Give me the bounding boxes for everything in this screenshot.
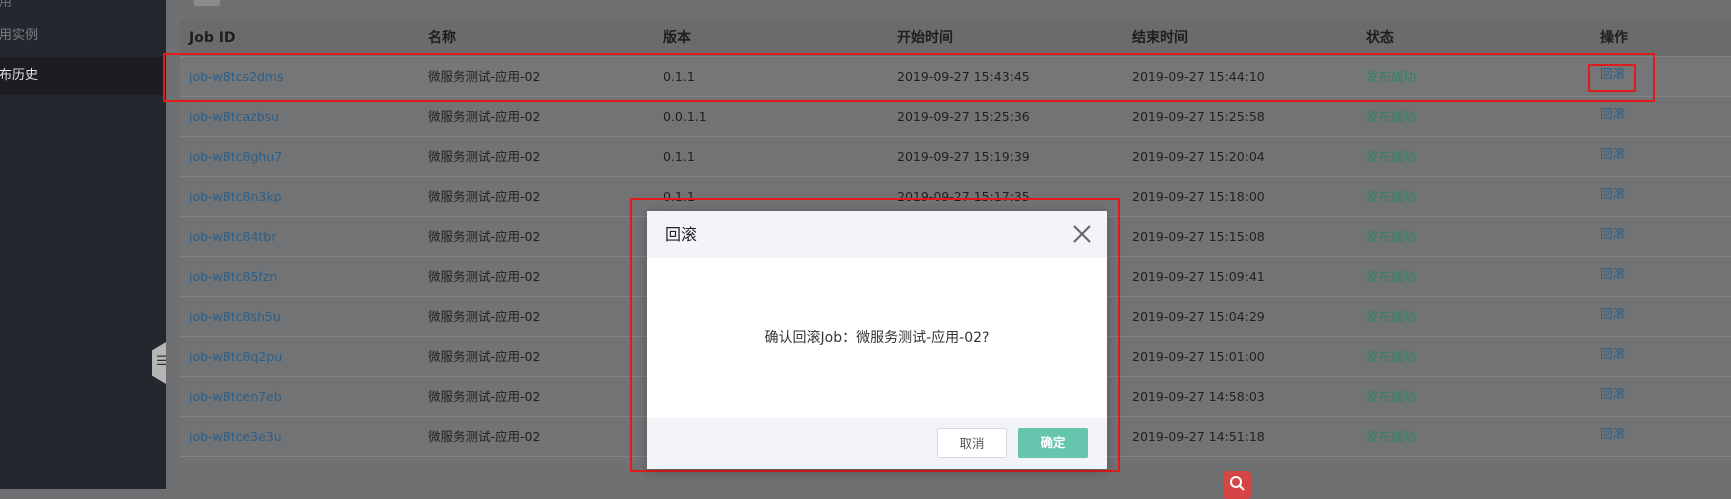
- job-id-link[interactable]: job-w8tc85fzn: [189, 257, 277, 296]
- job-name: 微服务测试-应用-02: [428, 389, 541, 404]
- job-name: 微服务测试-应用-02: [428, 149, 541, 164]
- status-text: 发布成功: [1366, 109, 1417, 124]
- status-text: 发布成功: [1366, 269, 1417, 284]
- job-name: 微服务测试-应用-02: [428, 269, 541, 284]
- status-text: 发布成功: [1366, 69, 1417, 84]
- rollback-link[interactable]: 回滚: [1600, 134, 1625, 173]
- job-name: 微服务测试-应用-02: [428, 349, 541, 364]
- confirm-button[interactable]: 确定: [1018, 428, 1088, 458]
- sidebar-item-release-history[interactable]: 发布历史: [0, 57, 166, 95]
- job-version: 0.1.1: [663, 69, 695, 84]
- table-header: Job ID 名称 版本 开始时间 结束时间 状态 操作: [180, 20, 1731, 57]
- column-header-version: 版本: [663, 30, 691, 46]
- end-time: 2019-09-27 15:25:58: [1132, 109, 1265, 124]
- end-time: 2019-09-27 15:44:10: [1132, 69, 1265, 84]
- job-name: 微服务测试-应用-02: [428, 189, 541, 204]
- status-text: 发布成功: [1366, 149, 1417, 164]
- cancel-button[interactable]: 取消: [937, 428, 1007, 458]
- status-text: 发布成功: [1366, 229, 1417, 244]
- start-time: 2019-09-27 15:19:39: [897, 149, 1030, 164]
- end-time: 2019-09-27 15:01:00: [1132, 349, 1265, 364]
- dialog-header: 回滚: [647, 211, 1107, 258]
- rollback-link[interactable]: 回滚: [1600, 374, 1625, 413]
- sidebar-item-app-instances[interactable]: 应用实例: [0, 17, 166, 55]
- dialog-footer: 取消 确定: [647, 418, 1107, 469]
- status-text: 发布成功: [1366, 309, 1417, 324]
- dialog-title: 回滚: [665, 225, 698, 244]
- job-name: 微服务测试-应用-02: [428, 229, 541, 244]
- menu-icon: ☰: [156, 354, 168, 369]
- rollback-link[interactable]: 回滚: [1600, 294, 1625, 333]
- status-text: 发布成功: [1366, 389, 1417, 404]
- job-id-link[interactable]: job-w8tc8q2pu: [189, 337, 282, 376]
- search-button[interactable]: [1223, 471, 1251, 499]
- end-time: 2019-09-27 15:09:41: [1132, 269, 1265, 284]
- column-header-end-time: 结束时间: [1132, 30, 1188, 46]
- rollback-link[interactable]: 回滚: [1600, 174, 1625, 213]
- job-id-link[interactable]: job-w8tcs2dms: [189, 57, 284, 96]
- rollback-link[interactable]: 回滚: [1600, 414, 1625, 453]
- rollback-link[interactable]: 回滚: [1600, 94, 1625, 133]
- toolbar-button[interactable]: [194, 0, 220, 6]
- job-name: 微服务测试-应用-02: [428, 309, 541, 324]
- job-id-link[interactable]: job-w8tcen7eb: [189, 377, 282, 416]
- dialog-body: 确认回滚Job：微服务测试-应用-02?: [647, 258, 1107, 418]
- job-name: 微服务测试-应用-02: [428, 69, 541, 84]
- job-id-link[interactable]: job-w8tc84tbr: [189, 217, 276, 256]
- table-row: job-w8tcazbsu 微服务测试-应用-02 0.0.1.1 2019-09-2…: [180, 97, 1731, 137]
- start-time: 2019-09-27 15:25:36: [897, 109, 1030, 124]
- job-id-link[interactable]: job-w8tc8sh5u: [189, 297, 281, 336]
- status-text: 发布成功: [1366, 189, 1417, 204]
- rollback-confirm-dialog: 回滚 确认回滚Job：微服务测试-应用-02? 取消 确定: [647, 211, 1107, 469]
- end-time: 2019-09-27 14:51:18: [1132, 429, 1265, 444]
- close-icon[interactable]: [1071, 223, 1093, 245]
- rollback-link[interactable]: 回滚: [1600, 214, 1625, 253]
- sidebar-item-label: 发布历史: [0, 68, 39, 83]
- end-time: 2019-09-27 15:15:08: [1132, 229, 1265, 244]
- sidebar-item-label: 应用实例: [0, 28, 39, 43]
- status-text: 发布成功: [1366, 429, 1417, 444]
- table-row: job-w8tc8ghu7 微服务测试-应用-02 0.1.1 2019-09-27 …: [180, 137, 1731, 177]
- rollback-link[interactable]: 回滚: [1600, 334, 1625, 373]
- sidebar: 应用 应用实例 发布历史: [0, 0, 166, 489]
- rollback-link[interactable]: 回滚: [1600, 254, 1625, 293]
- job-version: 0.0.1.1: [663, 109, 707, 124]
- column-header-name: 名称: [428, 30, 456, 46]
- dialog-message: 确认回滚Job：微服务测试-应用-02?: [764, 330, 990, 346]
- end-time: 2019-09-27 15:20:04: [1132, 149, 1265, 164]
- table-row: job-w8tcs2dms 微服务测试-应用-02 0.1.1 2019-09-27 …: [180, 57, 1731, 97]
- column-header-actions: 操作: [1600, 30, 1628, 46]
- end-time: 2019-09-27 15:04:29: [1132, 309, 1265, 324]
- column-header-start-time: 开始时间: [897, 30, 953, 46]
- status-text: 发布成功: [1366, 349, 1417, 364]
- start-time: 2019-09-27 15:43:45: [897, 69, 1030, 84]
- end-time: 2019-09-27 14:58:03: [1132, 389, 1265, 404]
- job-name: 微服务测试-应用-02: [428, 109, 541, 124]
- job-name: 微服务测试-应用-02: [428, 429, 541, 444]
- column-header-status: 状态: [1366, 30, 1394, 46]
- job-id-link[interactable]: job-w8tce3e3u: [189, 417, 282, 456]
- sidebar-item-label: 应用: [0, 0, 13, 10]
- job-id-link[interactable]: job-w8tc8n3kp: [189, 177, 282, 216]
- job-version: 0.1.1: [663, 149, 695, 164]
- rollback-link[interactable]: 回滚: [1600, 54, 1625, 93]
- job-id-link[interactable]: job-w8tcazbsu: [189, 97, 279, 136]
- column-header-job-id: Job ID: [189, 30, 236, 46]
- job-id-link[interactable]: job-w8tc8ghu7: [189, 137, 282, 176]
- end-time: 2019-09-27 15:18:00: [1132, 189, 1265, 204]
